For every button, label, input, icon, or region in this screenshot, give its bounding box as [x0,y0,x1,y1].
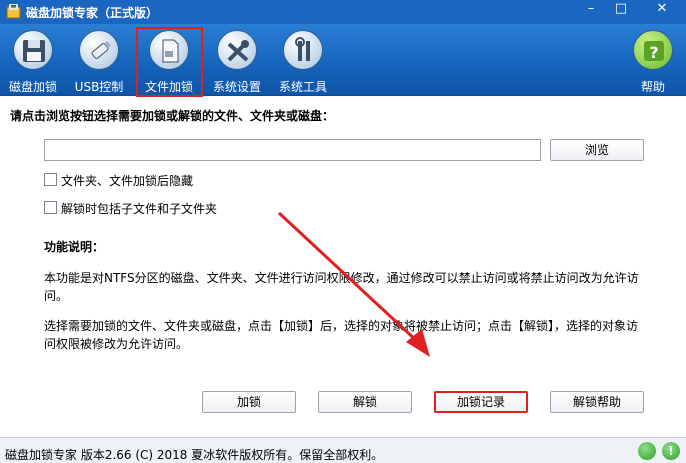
minimize-button[interactable]: – [576,0,606,20]
feature-description-paragraph: 本功能是对NTFS分区的磁盘、文件夹、文件进行访问权限修改，通过修改可以禁止访问… [44,271,639,303]
app-icon [6,4,21,19]
toolbar-item-system-tools[interactable]: 系统工具 [270,26,336,94]
hide-after-lock-checkbox[interactable] [44,173,57,186]
lock-log-button[interactable]: 加锁记录 [434,391,528,413]
unlock-help-button[interactable]: 解锁帮助 [550,391,644,413]
tools-icon [217,30,257,70]
toolbar-item-usb-control[interactable]: USB控制 [66,26,132,94]
svg-text:?: ? [649,43,658,62]
unlock-button[interactable]: 解锁 [318,391,412,413]
toolbar-item-disk-lock[interactable]: 磁盘加锁 [0,26,66,94]
window-title: 磁盘加锁专家（正式版） [26,6,159,20]
toolbar-item-system-settings[interactable]: 系统设置 [204,26,270,94]
home-icon[interactable] [638,442,656,460]
info-icon[interactable]: ! [662,442,680,460]
usage-description-paragraph: 选择需要加锁的文件、文件夹或磁盘，点击【加锁】后，选择的对象将被禁止访问；点击【… [44,319,639,351]
main-toolbar: 磁盘加锁 USB控制 文件加锁 系统设置 系统工具 ? 帮助 [0,24,686,96]
browse-button[interactable]: 浏览 [550,139,644,161]
toolbar-label: 系统工具 [278,80,327,94]
maximize-button[interactable]: □ [606,0,636,20]
help-icon: ? [633,30,673,70]
usb-drive-icon [79,30,119,70]
lock-button[interactable]: 加锁 [202,391,296,413]
copyright-text: 磁盘加锁专家 版本2.66 (C) 2018 夏冰软件版权所有。保留全部权利。 [5,448,384,462]
close-button[interactable]: ✕ [640,0,684,20]
checkbox-label: 文件夹、文件加锁后隐藏 [61,174,194,188]
toolbar-label: 帮助 [640,80,665,94]
toolbar-item-help[interactable]: ? 帮助 [620,26,686,94]
feature-description-title: 功能说明： [44,240,105,254]
include-subfolders-checkbox[interactable] [44,201,57,214]
toolbar-label: USB控制 [74,80,124,94]
checkbox-label: 解锁时包括子文件和子文件夹 [61,202,218,216]
title-bar: 磁盘加锁专家（正式版） – □ ✕ [0,0,686,24]
active-tab-highlight [136,27,203,97]
floppy-disk-icon [13,30,53,70]
status-bar: 磁盘加锁专家 版本2.66 (C) 2018 夏冰软件版权所有。保留全部权利。 … [0,437,686,463]
wrench-screwdriver-icon [283,30,323,70]
select-prompt: 请点击浏览按钮选择需要加锁或解锁的文件、文件夹或磁盘： [10,109,335,123]
path-input[interactable] [44,139,541,161]
